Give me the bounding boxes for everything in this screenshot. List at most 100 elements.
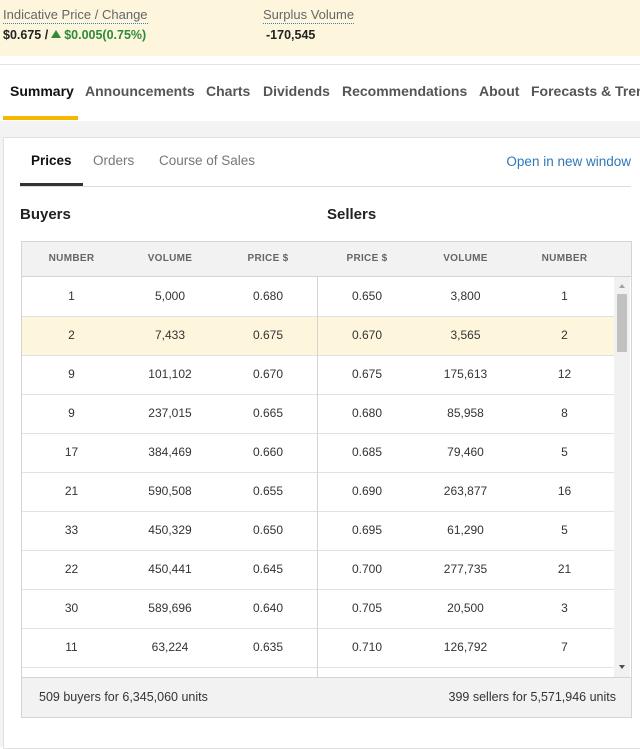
scroll-down-arrow-icon[interactable] xyxy=(619,665,625,669)
cell-sellers-volume: 175,613 xyxy=(443,367,488,381)
cell-sellers-price: 0.670 xyxy=(351,328,383,342)
surplus-volume-block: Surplus Volume -170,545 xyxy=(263,6,355,42)
indicative-price-bar: Indicative Price / Change $0.675 / $0.005… xyxy=(0,0,640,56)
cell-sellers-price: 0.685 xyxy=(351,445,383,459)
table-row: 2 7,433 0.675 0.670 3,565 2 xyxy=(22,316,614,356)
sellers-title: Sellers xyxy=(327,206,377,223)
cell-sellers-price: 0.680 xyxy=(351,406,383,420)
header-buyers-price: PRICE $ xyxy=(247,253,289,264)
cell-sellers-price: 0.710 xyxy=(351,640,383,654)
indicative-price-value-row: $0.675 / $0.005(0.75%) xyxy=(3,28,148,42)
header-sellers-number: NUMBER xyxy=(541,253,588,264)
cell-buyers-volume: 63,224 xyxy=(151,640,189,654)
cell-sellers-number: 5 xyxy=(561,445,568,459)
cell-sellers-number: 2 xyxy=(561,328,568,342)
cell-sellers-price: 0.690 xyxy=(351,484,383,498)
cell-buyers-price: 0.645 xyxy=(252,562,284,576)
cell-buyers-number: 22 xyxy=(64,562,79,576)
indicative-price-label[interactable]: Indicative Price / Change xyxy=(3,7,148,24)
triangle-up-icon xyxy=(51,30,62,38)
cell-buyers-price: 0.660 xyxy=(252,445,284,459)
cell-buyers-number: 17 xyxy=(64,445,79,459)
tab-charts[interactable]: Charts xyxy=(206,83,250,99)
cell-buyers-number: 1 xyxy=(68,289,75,303)
table-row: 17 384,469 0.660 0.685 79,460 5 xyxy=(22,433,614,473)
tab-recommendations[interactable]: Recommendations xyxy=(342,83,467,99)
cell-buyers-number: 9 xyxy=(68,367,75,381)
scrollbar-thumb[interactable] xyxy=(617,294,627,352)
tab-about[interactable]: About xyxy=(479,83,519,99)
table-row: 9 101,102 0.670 0.675 175,613 12 xyxy=(22,355,614,395)
cell-buyers-price: 0.655 xyxy=(252,484,284,498)
table-footer: 509 buyers for 6,345,060 units 399 selle… xyxy=(22,677,631,717)
prices-panel: Prices Orders Course of Sales Open in ne… xyxy=(3,137,640,749)
cell-buyers-volume: 590,508 xyxy=(148,484,192,498)
cell-buyers-volume: 589,696 xyxy=(148,601,192,615)
cell-sellers-number: 21 xyxy=(557,562,572,576)
table-row: 22 450,441 0.645 0.700 277,735 21 xyxy=(22,550,614,590)
cell-buyers-number: 21 xyxy=(64,484,79,498)
cell-buyers-volume: 237,015 xyxy=(148,406,192,420)
table-row: 30 589,696 0.640 0.705 20,500 3 xyxy=(22,589,614,629)
cell-sellers-number: 7 xyxy=(561,640,568,654)
table-row: 33 450,329 0.650 0.695 61,290 5 xyxy=(22,511,614,551)
subnav-divider xyxy=(20,186,631,187)
header-buyers-number: NUMBER xyxy=(48,253,95,264)
buyers-summary: 509 buyers for 6,345,060 units xyxy=(39,690,208,704)
cell-buyers-number: 30 xyxy=(64,601,79,615)
cell-buyers-number: 11 xyxy=(65,640,78,654)
table-row: 21 590,508 0.655 0.690 263,877 16 xyxy=(22,472,614,512)
tab-summary[interactable]: Summary xyxy=(10,83,74,99)
cell-buyers-volume: 5,000 xyxy=(154,289,186,303)
sellers-summary: 399 sellers for 5,571,946 units xyxy=(448,690,616,704)
cell-buyers-price: 0.635 xyxy=(252,640,284,654)
open-in-new-window-link[interactable]: Open in new window xyxy=(506,154,631,169)
subtab-orders[interactable]: Orders xyxy=(93,153,134,168)
cell-sellers-number: 16 xyxy=(557,484,572,498)
surplus-volume-label[interactable]: Surplus Volume xyxy=(263,7,355,24)
tab-dividends[interactable]: Dividends xyxy=(263,83,330,99)
cell-sellers-number: 3 xyxy=(561,601,568,615)
cell-sellers-price: 0.705 xyxy=(351,601,383,615)
cell-sellers-volume: 277,735 xyxy=(443,562,488,576)
cell-sellers-volume: 263,877 xyxy=(443,484,488,498)
cell-buyers-number: 33 xyxy=(64,523,79,537)
cell-buyers-volume: 450,329 xyxy=(148,523,192,537)
cell-buyers-price: 0.680 xyxy=(252,289,284,303)
cell-sellers-volume: 85,958 xyxy=(447,406,484,420)
table-body: 11 63,224 0.635 0.710 126,792 7 30 589,696 0.640… xyxy=(22,277,614,677)
subtab-prices[interactable]: Prices xyxy=(31,153,72,168)
subtab-course-of-sales[interactable]: Course of Sales xyxy=(159,153,255,168)
cell-buyers-volume: 101,102 xyxy=(148,367,192,381)
indicative-price-block: Indicative Price / Change $0.675 / $0.005… xyxy=(3,6,148,42)
cell-buyers-volume: 450,441 xyxy=(148,562,192,576)
buyers-sellers-divider xyxy=(317,277,318,677)
cell-buyers-number: 2 xyxy=(68,328,75,342)
price-change-value: $0.005(0.75%) xyxy=(64,28,147,42)
cell-sellers-price: 0.675 xyxy=(351,367,383,381)
header-sellers-volume: VOLUME xyxy=(443,253,488,264)
table-header: NUMBER VOLUME PRICE $ PRICE $ VOLUME NUM… xyxy=(22,242,631,277)
table-scrollbar[interactable] xyxy=(614,277,630,677)
header-sellers-price: PRICE $ xyxy=(346,253,388,264)
buyers-title: Buyers xyxy=(20,206,71,223)
cell-sellers-volume: 3,800 xyxy=(450,289,481,303)
scroll-up-arrow-icon[interactable] xyxy=(619,284,625,288)
surplus-volume-value: -170,545 xyxy=(266,28,316,42)
cell-buyers-volume: 384,469 xyxy=(148,445,192,459)
table-row: 9 237,015 0.665 0.680 85,958 8 xyxy=(22,394,614,434)
tab-forecasts-trends[interactable]: Forecasts & Trends xyxy=(531,83,640,99)
tab-announcements[interactable]: Announcements xyxy=(85,83,195,99)
cell-sellers-price: 0.650 xyxy=(351,289,383,303)
cell-buyers-price: 0.670 xyxy=(252,367,284,381)
cell-sellers-volume: 3,565 xyxy=(450,328,481,342)
cell-sellers-volume: 61,290 xyxy=(447,523,484,537)
cell-sellers-volume: 79,460 xyxy=(447,445,484,459)
cell-sellers-volume: 20,500 xyxy=(447,601,484,615)
cell-buyers-number: 9 xyxy=(68,406,75,420)
cell-sellers-price: 0.700 xyxy=(351,562,383,576)
main-nav: Summary Announcements Charts Dividends R… xyxy=(0,64,640,122)
cell-sellers-price: 0.695 xyxy=(351,523,383,537)
sub-nav: Prices Orders Course of Sales Open in ne… xyxy=(4,138,640,188)
active-tab-indicator xyxy=(3,116,78,120)
